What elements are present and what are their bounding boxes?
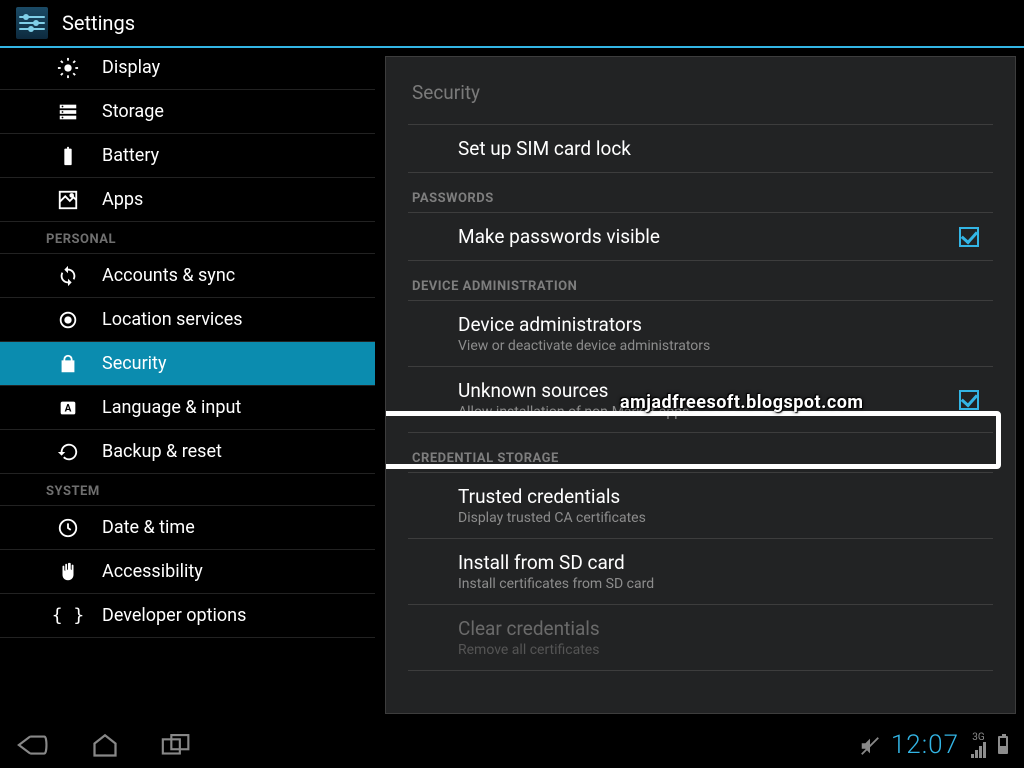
sidebar-item-label: Location services: [102, 309, 243, 330]
system-bar: 12:07 3G: [0, 722, 1024, 768]
battery-status-icon: [998, 736, 1008, 754]
storage-icon: [56, 100, 80, 124]
sidebar-item-accessibility[interactable]: Accessibility: [0, 550, 375, 594]
hand-icon: [56, 560, 80, 584]
sidebar-item-datetime[interactable]: Date & time: [0, 506, 375, 550]
actionbar-title: Settings: [62, 11, 135, 35]
sidebar-item-label: Storage: [102, 101, 164, 122]
braces-icon: { }: [56, 604, 80, 628]
row-title: Device administrators: [458, 313, 989, 336]
row-make-passwords-visible[interactable]: Make passwords visible: [408, 213, 993, 261]
row-install-from-sd[interactable]: Install from SD card Install certificate…: [408, 539, 993, 605]
actionbar: Settings: [0, 0, 1024, 48]
row-title: Unknown sources: [458, 379, 959, 402]
row-subtitle: Remove all certificates: [458, 642, 989, 658]
sidebar-item-storage[interactable]: Storage: [0, 90, 375, 134]
sidebar-item-language[interactable]: A Language & input: [0, 386, 375, 430]
sidebar-item-location[interactable]: Location services: [0, 298, 375, 342]
row-title: Make passwords visible: [458, 225, 959, 248]
language-icon: A: [56, 396, 80, 420]
backup-icon: [56, 440, 80, 464]
nav-home-button[interactable]: [90, 732, 120, 758]
sidebar-category-system: SYSTEM: [0, 474, 375, 506]
row-subtitle: Display trusted CA certificates: [458, 510, 989, 526]
sidebar-item-backup[interactable]: Backup & reset: [0, 430, 375, 474]
silent-mode-icon[interactable]: [859, 735, 879, 755]
checkbox-passwords-visible[interactable]: [959, 227, 979, 247]
settings-app-icon: [16, 7, 48, 39]
network-type-label: 3G: [972, 733, 984, 742]
row-trusted-credentials[interactable]: Trusted credentials Display trusted CA c…: [408, 473, 993, 539]
row-sim-card-lock[interactable]: Set up SIM card lock: [408, 125, 993, 173]
nav-recents-button[interactable]: [160, 732, 194, 758]
sidebar-item-apps[interactable]: Apps: [0, 178, 375, 222]
sidebar-item-label: Backup & reset: [102, 441, 222, 462]
brightness-icon: [56, 56, 80, 80]
sidebar-item-security[interactable]: Security: [0, 342, 375, 386]
row-subtitle: Install certificates from SD card: [458, 576, 989, 592]
sidebar-item-label: Date & time: [102, 517, 195, 538]
row-unknown-sources[interactable]: Unknown sources Allow installation of no…: [408, 367, 993, 433]
statusbar-clock[interactable]: 12:07: [891, 730, 959, 760]
security-detail-pane: Security Set up SIM card lock PASSWORDS …: [385, 56, 1016, 714]
battery-icon: [56, 144, 80, 168]
sidebar-item-battery[interactable]: Battery: [0, 134, 375, 178]
apps-icon: [56, 188, 80, 212]
sidebar-category-personal: PERSONAL: [0, 222, 375, 254]
sidebar-item-display[interactable]: Display: [0, 48, 375, 90]
signal-icon: [971, 742, 986, 758]
sidebar-item-label: Accounts & sync: [102, 265, 235, 286]
row-title: Set up SIM card lock: [458, 137, 989, 160]
clock-icon: [56, 516, 80, 540]
section-passwords: PASSWORDS: [408, 173, 993, 213]
sidebar-item-accounts[interactable]: Accounts & sync: [0, 254, 375, 298]
settings-body: Sound Display Storage Battery: [0, 48, 1024, 722]
detail-wrap: Security Set up SIM card lock PASSWORDS …: [375, 48, 1024, 722]
settings-sidebar: Sound Display Storage Battery: [0, 48, 375, 722]
sidebar-item-label: Language & input: [102, 397, 241, 418]
detail-page-title: Security: [408, 73, 993, 125]
sidebar-item-label: Apps: [102, 189, 143, 210]
sidebar-item-label: Display: [102, 57, 160, 78]
sync-icon: [56, 264, 80, 288]
row-title: Trusted credentials: [458, 485, 989, 508]
sidebar-item-label: Developer options: [102, 605, 246, 626]
nav-back-button[interactable]: [16, 732, 50, 758]
row-subtitle: Allow installation of non-Market apps: [458, 404, 959, 420]
section-device-admin: DEVICE ADMINISTRATION: [408, 261, 993, 301]
sidebar-item-label: Accessibility: [102, 561, 203, 582]
row-clear-credentials: Clear credentials Remove all certificate…: [408, 605, 993, 671]
section-credential-storage: CREDENTIAL STORAGE: [408, 433, 993, 473]
row-title: Install from SD card: [458, 551, 989, 574]
sidebar-item-label: Battery: [102, 145, 159, 166]
lock-icon: [56, 352, 80, 376]
row-title: Clear credentials: [458, 617, 989, 640]
row-subtitle: View or deactivate device administrators: [458, 338, 989, 354]
sidebar-item-label: Security: [102, 353, 166, 374]
location-icon: [56, 308, 80, 332]
row-device-administrators[interactable]: Device administrators View or deactivate…: [408, 301, 993, 367]
svg-text:A: A: [65, 403, 72, 414]
sidebar-item-developer[interactable]: { } Developer options: [0, 594, 375, 638]
checkbox-unknown-sources[interactable]: [959, 390, 979, 410]
